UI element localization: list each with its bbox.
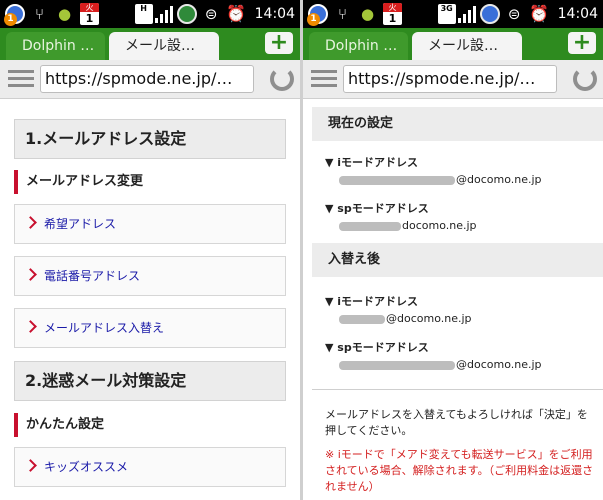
redacted-text bbox=[339, 175, 455, 185]
status-bar: 1 ⑂ ● 火 1 3G ⊜ ⏰ 14:04 bbox=[303, 0, 603, 28]
link-kids-recommended[interactable]: キッズオススメ bbox=[44, 448, 128, 486]
status-time: 14:04 bbox=[557, 5, 598, 22]
link-row-desired-address[interactable]: 希望アドレス bbox=[14, 204, 286, 244]
label-current-sp-address: ▼ spモードアドレス bbox=[325, 202, 429, 215]
wifi-icon: ⊜ bbox=[204, 4, 218, 23]
domain-text: @docomo.ne.jp bbox=[386, 312, 472, 325]
chevron-right-icon bbox=[24, 216, 37, 229]
address-bar: https://spmode.ne.jp/… bbox=[303, 60, 603, 99]
tab-mail-settings[interactable]: メール設… bbox=[109, 32, 219, 60]
chevron-right-icon bbox=[24, 320, 37, 333]
signal-strength-icon bbox=[153, 5, 173, 23]
url-field[interactable]: https://spmode.ne.jp/… bbox=[40, 65, 254, 93]
value-current-imode-address: @docomo.ne.jp bbox=[339, 173, 542, 186]
label-after-imode-address: ▼ iモードアドレス bbox=[325, 295, 419, 308]
chevron-right-icon bbox=[24, 459, 37, 472]
new-tab-button[interactable]: + bbox=[568, 32, 596, 54]
domain-text: @docomo.ne.jp bbox=[456, 358, 542, 371]
alarm-clock-icon: ⏰ bbox=[529, 4, 550, 23]
calendar-day-number: 1 bbox=[388, 11, 397, 25]
tab-dolphin[interactable]: Dolphin … bbox=[6, 32, 105, 60]
link-row-address-swap[interactable]: メールアドレス入替え bbox=[14, 308, 286, 348]
chevron-right-icon bbox=[24, 268, 37, 281]
link-phone-number-address[interactable]: 電話番号アドレス bbox=[44, 257, 140, 295]
android-debug-icon: ● bbox=[57, 4, 72, 23]
section-title-after-swap: 入替え後 bbox=[312, 243, 603, 277]
domain-text: docomo.ne.jp bbox=[402, 219, 477, 232]
tab-bar: Dolphin … メール設… + bbox=[0, 28, 300, 60]
calendar-icon: 火 1 bbox=[382, 2, 403, 25]
subhead-mail-address-change: メールアドレス変更 bbox=[14, 170, 286, 194]
url-field[interactable]: https://spmode.ne.jp/… bbox=[343, 65, 557, 93]
settings-menu: 1.メールアドレス設定 メールアドレス変更 希望アドレス 電話番号アドレス メー… bbox=[0, 98, 300, 500]
usb-icon: ⑂ bbox=[34, 4, 44, 23]
calendar-day-label: 火 bbox=[80, 2, 99, 12]
notification-count-badge: 1 bbox=[307, 13, 320, 26]
tab-mail-settings[interactable]: メール設… bbox=[412, 32, 522, 60]
warning-note: ※ iモードで「メアド変えても転送サービス」をご利用されている場合、解除されます… bbox=[325, 448, 594, 493]
sync-globe-icon bbox=[176, 3, 197, 24]
refresh-icon[interactable] bbox=[573, 67, 597, 91]
menu-icon[interactable] bbox=[8, 69, 34, 89]
calendar-day-number: 1 bbox=[85, 11, 94, 25]
section-title-spam-settings: 2.迷惑メール対策設定 bbox=[14, 361, 286, 401]
label-current-imode-address: ▼ iモードアドレス bbox=[325, 156, 419, 169]
link-address-swap[interactable]: メールアドレス入替え bbox=[44, 309, 164, 347]
info-notification-icon: 1 bbox=[307, 3, 328, 26]
redacted-text bbox=[339, 221, 401, 231]
divider-line bbox=[312, 389, 603, 390]
android-debug-icon: ● bbox=[360, 4, 375, 23]
signal-strength-icon bbox=[456, 5, 476, 23]
status-bar: 1 ⑂ ● 火 1 H ⊜ ⏰ 14:04 bbox=[0, 0, 300, 28]
section-title-current-settings: 現在の設定 bbox=[312, 107, 603, 141]
refresh-icon[interactable] bbox=[270, 67, 294, 91]
tab-bar: Dolphin … メール設… + bbox=[303, 28, 603, 60]
wifi-icon: ⊜ bbox=[507, 4, 521, 23]
info-notification-icon: 1 bbox=[4, 3, 25, 26]
domain-text: @docomo.ne.jp bbox=[456, 173, 542, 186]
status-time: 14:04 bbox=[254, 5, 295, 22]
new-tab-button[interactable]: + bbox=[265, 32, 293, 54]
notification-count-badge: 1 bbox=[4, 13, 17, 26]
value-after-imode-address: @docomo.ne.jp bbox=[339, 312, 472, 325]
calendar-day-label: 火 bbox=[383, 2, 402, 12]
subhead-easy-settings: かんたん設定 bbox=[14, 413, 286, 437]
network-type-icon: 3G bbox=[437, 3, 456, 24]
link-row-kids-recommended[interactable]: キッズオススメ bbox=[14, 447, 286, 487]
usb-icon: ⑂ bbox=[337, 4, 347, 23]
value-after-sp-address: @docomo.ne.jp bbox=[339, 358, 542, 371]
right-screen: 1 ⑂ ● 火 1 3G ⊜ ⏰ 14:04 Dolphin … メール設… + bbox=[303, 0, 603, 500]
label-after-sp-address: ▼ spモードアドレス bbox=[325, 341, 429, 354]
calendar-icon: 火 1 bbox=[79, 2, 100, 25]
value-current-sp-address: docomo.ne.jp bbox=[339, 219, 477, 232]
redacted-text bbox=[339, 314, 385, 324]
left-screen: 1 ⑂ ● 火 1 H ⊜ ⏰ 14:04 Dolphin … メール設… + bbox=[0, 0, 300, 500]
section-title-mail-address: 1.メールアドレス設定 bbox=[14, 119, 286, 159]
menu-icon[interactable] bbox=[311, 69, 337, 89]
sync-globe-icon bbox=[479, 3, 500, 24]
network-type-icon: H bbox=[134, 3, 153, 24]
confirm-message: メールアドレスを入替えてもよろしければ「決定」を押してください。 bbox=[325, 408, 588, 437]
tab-dolphin[interactable]: Dolphin … bbox=[309, 32, 408, 60]
address-bar: https://spmode.ne.jp/… bbox=[0, 60, 300, 99]
alarm-clock-icon: ⏰ bbox=[226, 4, 247, 23]
redacted-text bbox=[339, 360, 455, 370]
link-desired-address[interactable]: 希望アドレス bbox=[44, 205, 116, 243]
link-row-phone-number-address[interactable]: 電話番号アドレス bbox=[14, 256, 286, 296]
